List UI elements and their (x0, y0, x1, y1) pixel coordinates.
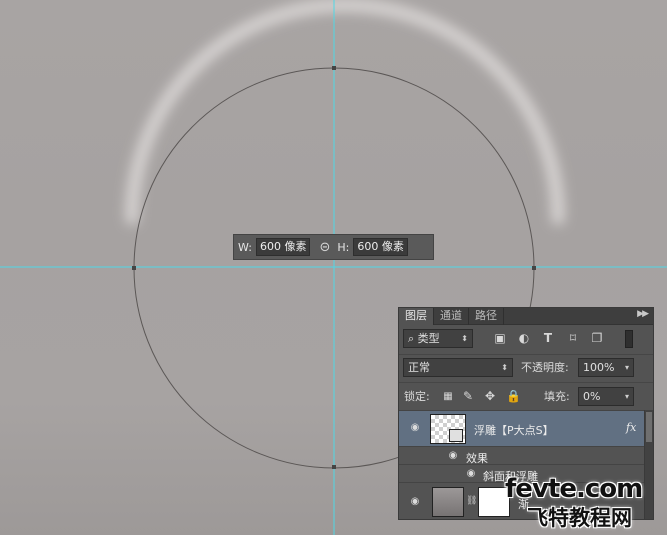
lock-transparent-pixels-icon[interactable]: ▦ (441, 387, 455, 406)
panel-tabs: 图层 通道 路径 ▶▶ (399, 308, 653, 325)
watermark-line1: fevte.com (505, 474, 643, 504)
watermark-line2: 飞特教程网 (527, 506, 632, 530)
lock-label: 锁定: (404, 390, 430, 403)
eye-icon[interactable]: ◉ (464, 468, 478, 479)
layer-thumbnail (430, 414, 466, 444)
blend-mode-value: 正常 (408, 361, 430, 374)
lock-image-pixels-icon[interactable]: ✎ (461, 387, 475, 406)
watermark: fevte.com 飞特教程网 (501, 474, 667, 535)
anchor-point-bottom[interactable] (332, 465, 336, 469)
bevel-highlight (125, 0, 565, 225)
height-value: 600 像素 (353, 238, 408, 256)
panel-collapse-icon[interactable]: ▶▶ (637, 309, 649, 319)
image-filter-icon[interactable]: ▣ (493, 329, 507, 348)
width-value: 600 像素 (255, 238, 311, 256)
eye-icon[interactable]: ◉ (408, 422, 422, 433)
shape-filter-icon[interactable]: ⌑ (566, 329, 580, 348)
height-label: H: (337, 240, 350, 254)
eye-icon[interactable]: ◉ (408, 496, 422, 507)
tab-paths[interactable]: 路径 (469, 308, 504, 325)
opacity-label: 不透明度: (521, 361, 569, 374)
shape-layer-icon (449, 429, 463, 442)
tab-layers[interactable]: 图层 (399, 308, 434, 325)
type-filter-icon[interactable]: T (541, 329, 555, 348)
fill-input[interactable]: 0% ▾ (578, 387, 634, 406)
chevron-updown-icon: ⬍ (461, 334, 468, 343)
smart-object-filter-icon[interactable]: ❐ (590, 329, 604, 348)
opacity-input[interactable]: 100% ▾ (578, 358, 634, 377)
lock-fill-row: 锁定: ▦ ✎ ✥ 🔒 填充: 0% ▾ (399, 382, 653, 408)
link-icon: ⊝ (319, 239, 331, 255)
layer-effects-row[interactable]: ◉ 效果 (399, 446, 645, 465)
fill-label: 填充: (544, 390, 570, 403)
scrollbar-thumb[interactable] (646, 412, 652, 442)
blend-mode-dropdown[interactable]: 正常 ⬍ (403, 358, 513, 377)
eye-icon[interactable]: ◉ (446, 450, 460, 461)
link-icon[interactable]: ⛓ (466, 496, 477, 506)
filter-kind-dropdown[interactable]: ⌕ 类型 ⬍ (403, 329, 473, 348)
lock-position-icon[interactable]: ✥ (483, 387, 497, 406)
chevron-updown-icon: ⬍ (501, 363, 508, 372)
opacity-value: 100% (583, 361, 615, 374)
lock-all-icon[interactable]: 🔒 (506, 387, 521, 406)
anchor-point-top[interactable] (332, 66, 336, 70)
adjustment-filter-icon[interactable]: ◐ (517, 329, 531, 348)
chevron-down-icon[interactable]: ▾ (625, 388, 629, 405)
fill-value: 0% (583, 390, 601, 403)
blend-opacity-row: 正常 ⬍ 不透明度: 100% ▾ (399, 354, 653, 380)
anchor-point-right[interactable] (532, 266, 536, 270)
layer-row-emboss[interactable]: ◉ 浮雕【P大点S】 fx (399, 410, 645, 446)
chevron-down-icon[interactable]: ▾ (625, 359, 629, 376)
gradient-thumbnail (432, 487, 464, 517)
tab-channels[interactable]: 通道 (434, 308, 469, 325)
filter-kind-label: 类型 (417, 332, 440, 345)
transform-size-readout: W: 600 像素 ⊝ H: 600 像素 (233, 234, 434, 260)
width-label: W: (238, 240, 252, 254)
anchor-point-left[interactable] (132, 266, 136, 270)
search-icon: ⌕ (408, 332, 415, 345)
filter-toggle-switch[interactable] (625, 330, 633, 348)
layer-name[interactable]: 浮雕【P大点S】 (474, 422, 554, 438)
layer-filter-row: ⌕ 类型 ⬍ ▣ ◐ T ⌑ ❐ (399, 326, 653, 352)
fx-icon[interactable]: fx (626, 421, 636, 434)
